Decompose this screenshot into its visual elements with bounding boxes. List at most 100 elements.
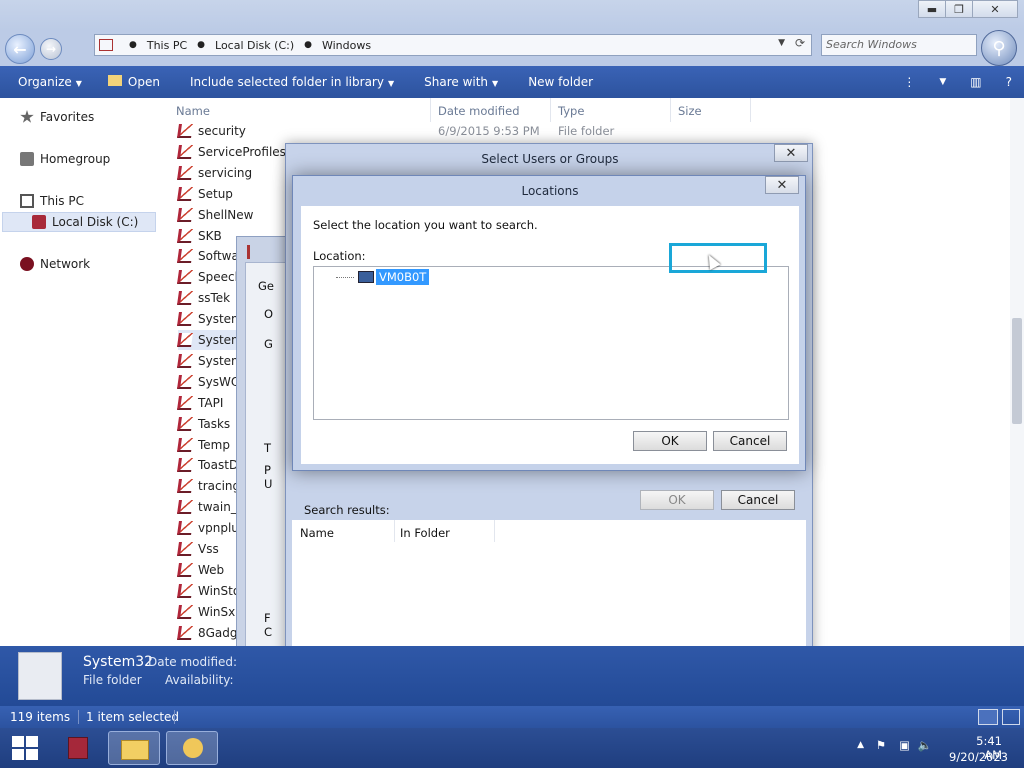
address-bar[interactable]: ● This PC ● Local Disk (C:) ● Windows ▼ … [94, 34, 812, 56]
file-row[interactable]: Tasks [177, 414, 230, 434]
file-row[interactable]: ssTek [177, 288, 231, 308]
refresh-icon[interactable]: ⟳ [795, 36, 805, 50]
folder-icon [177, 333, 193, 347]
folder-icon [177, 270, 193, 285]
cancel-button[interactable]: Cancel [721, 490, 795, 510]
file-row[interactable]: SKB [177, 226, 222, 246]
column-size[interactable]: Size [678, 104, 702, 118]
dialog-title: Locations [521, 184, 579, 198]
vertical-scrollbar[interactable] [1010, 98, 1024, 646]
properties-text: C [264, 625, 273, 639]
search-input[interactable]: Search Windows [821, 34, 977, 56]
file-row[interactable]: System [177, 351, 243, 371]
flag-icon[interactable]: ⚑ [876, 738, 886, 752]
file-date: 6/9/2015 9:53 PM [438, 124, 540, 138]
large-icons-view-icon[interactable] [1002, 709, 1020, 725]
file-row[interactable]: Vss [177, 539, 219, 559]
cancel-button[interactable]: Cancel [713, 431, 787, 451]
nav-this-pc[interactable]: This PC [20, 194, 84, 208]
breadcrumb-this-pc[interactable]: This PC [147, 39, 187, 52]
chevron-down-icon[interactable]: ▼ [939, 77, 946, 87]
include-library-menu[interactable]: Include selected folder in library ▼ [190, 75, 394, 89]
file-row[interactable]: twain_3 [177, 497, 244, 517]
close-icon[interactable]: ✕ [765, 176, 799, 194]
taskbar-app-1[interactable] [54, 731, 106, 765]
show-hidden-icons-icon[interactable]: ▲ [857, 740, 864, 750]
details-view-icon[interactable] [978, 709, 998, 725]
breadcrumb-windows[interactable]: Windows [322, 39, 371, 52]
folder-icon [177, 604, 193, 619]
file-row[interactable]: servicing [177, 163, 252, 183]
file-name: Web [198, 562, 225, 577]
file-row[interactable]: Softwar [177, 246, 244, 266]
include-label: Include selected folder in library [189, 75, 384, 89]
file-row[interactable]: System [177, 309, 243, 329]
taskbar-file-explorer[interactable] [108, 731, 160, 765]
start-button[interactable] [10, 734, 40, 762]
column-divider [550, 98, 551, 122]
nav-network[interactable]: Network [20, 257, 90, 271]
close-button[interactable]: ✕ [972, 0, 1018, 18]
file-row[interactable]: security [177, 121, 246, 141]
results-col-folder[interactable]: In Folder [400, 526, 450, 540]
ok-button[interactable]: OK [640, 490, 714, 510]
taskbar-users-app[interactable] [166, 731, 218, 765]
forward-button[interactable]: → [40, 38, 62, 60]
file-row[interactable]: WinSxS [177, 602, 243, 622]
file-row[interactable]: Speech [177, 267, 242, 287]
results-col-name[interactable]: Name [300, 526, 334, 540]
column-type[interactable]: Type [558, 104, 584, 118]
share-with-menu[interactable]: Share with ▼ [424, 75, 498, 89]
network-status-icon[interactable]: ▣ [899, 738, 910, 752]
properties-tab-general[interactable]: Ge [258, 279, 274, 293]
search-button[interactable]: ⚲ [981, 30, 1017, 66]
file-name: SKB [198, 228, 222, 243]
preview-pane-icon[interactable]: ▥ [970, 75, 981, 89]
tree-node-label[interactable]: VM0B0T [376, 269, 430, 285]
folder-icon [177, 312, 193, 327]
scrollbar-thumb[interactable] [1012, 318, 1022, 424]
file-row[interactable]: ShellNew [177, 205, 254, 225]
chevron-down-icon[interactable]: ▼ [778, 38, 785, 48]
file-name: ssTek [198, 291, 231, 306]
column-date[interactable]: Date modified [438, 104, 520, 118]
file-row[interactable]: Setup [177, 184, 233, 204]
ok-button[interactable]: OK [633, 431, 707, 451]
tree-node-root[interactable]: VM0B0T [336, 269, 430, 285]
back-button[interactable]: ← [5, 34, 35, 64]
help-icon[interactable]: ? [1006, 75, 1012, 89]
search-results-label: Search results: [304, 503, 390, 517]
nav-local-disk-label: Local Disk (C:) [52, 215, 139, 229]
maximize-button[interactable]: ❐ [945, 0, 973, 18]
details-availability-label: Availability: [165, 673, 234, 687]
nav-favorites[interactable]: Favorites [20, 110, 94, 124]
file-row[interactable]: ServiceProfiles [177, 142, 286, 162]
folder-icon [177, 542, 193, 556]
new-folder-button[interactable]: New folder [528, 75, 593, 89]
file-row[interactable]: Web [177, 560, 225, 580]
file-row[interactable]: 8Gadge [177, 623, 245, 643]
volume-icon[interactable]: 🔈 [918, 738, 932, 752]
file-row[interactable]: WinSto [177, 581, 240, 601]
breadcrumb-local-disk[interactable]: Local Disk (C:) [215, 39, 294, 52]
file-row[interactable]: tracing [177, 476, 240, 496]
file-row[interactable]: SysWO [177, 372, 240, 392]
nav-homegroup[interactable]: Homegroup [20, 152, 110, 166]
properties-text: O [264, 307, 274, 321]
location-tree[interactable]: VM0B0T [313, 266, 789, 420]
close-icon[interactable]: ✕ [774, 144, 808, 162]
nav-local-disk[interactable]: Local Disk (C:) [32, 215, 138, 229]
folder-icon [177, 124, 193, 138]
column-name[interactable]: Name [176, 104, 210, 118]
details-type: File folder [83, 673, 142, 687]
minimize-button[interactable]: ▬ [918, 0, 946, 18]
file-row[interactable]: Temp [177, 435, 230, 455]
organize-menu[interactable]: Organize ▼ [18, 75, 82, 89]
file-row[interactable]: TAPI [177, 393, 223, 413]
clock-date[interactable]: 9/20/2023 [949, 750, 1008, 764]
file-row[interactable]: System [177, 330, 243, 350]
view-options-icon[interactable]: ⋮ [903, 75, 915, 89]
file-name: ShellNew [198, 207, 254, 222]
open-button[interactable]: Open [107, 75, 160, 89]
folder-icon [177, 207, 193, 222]
